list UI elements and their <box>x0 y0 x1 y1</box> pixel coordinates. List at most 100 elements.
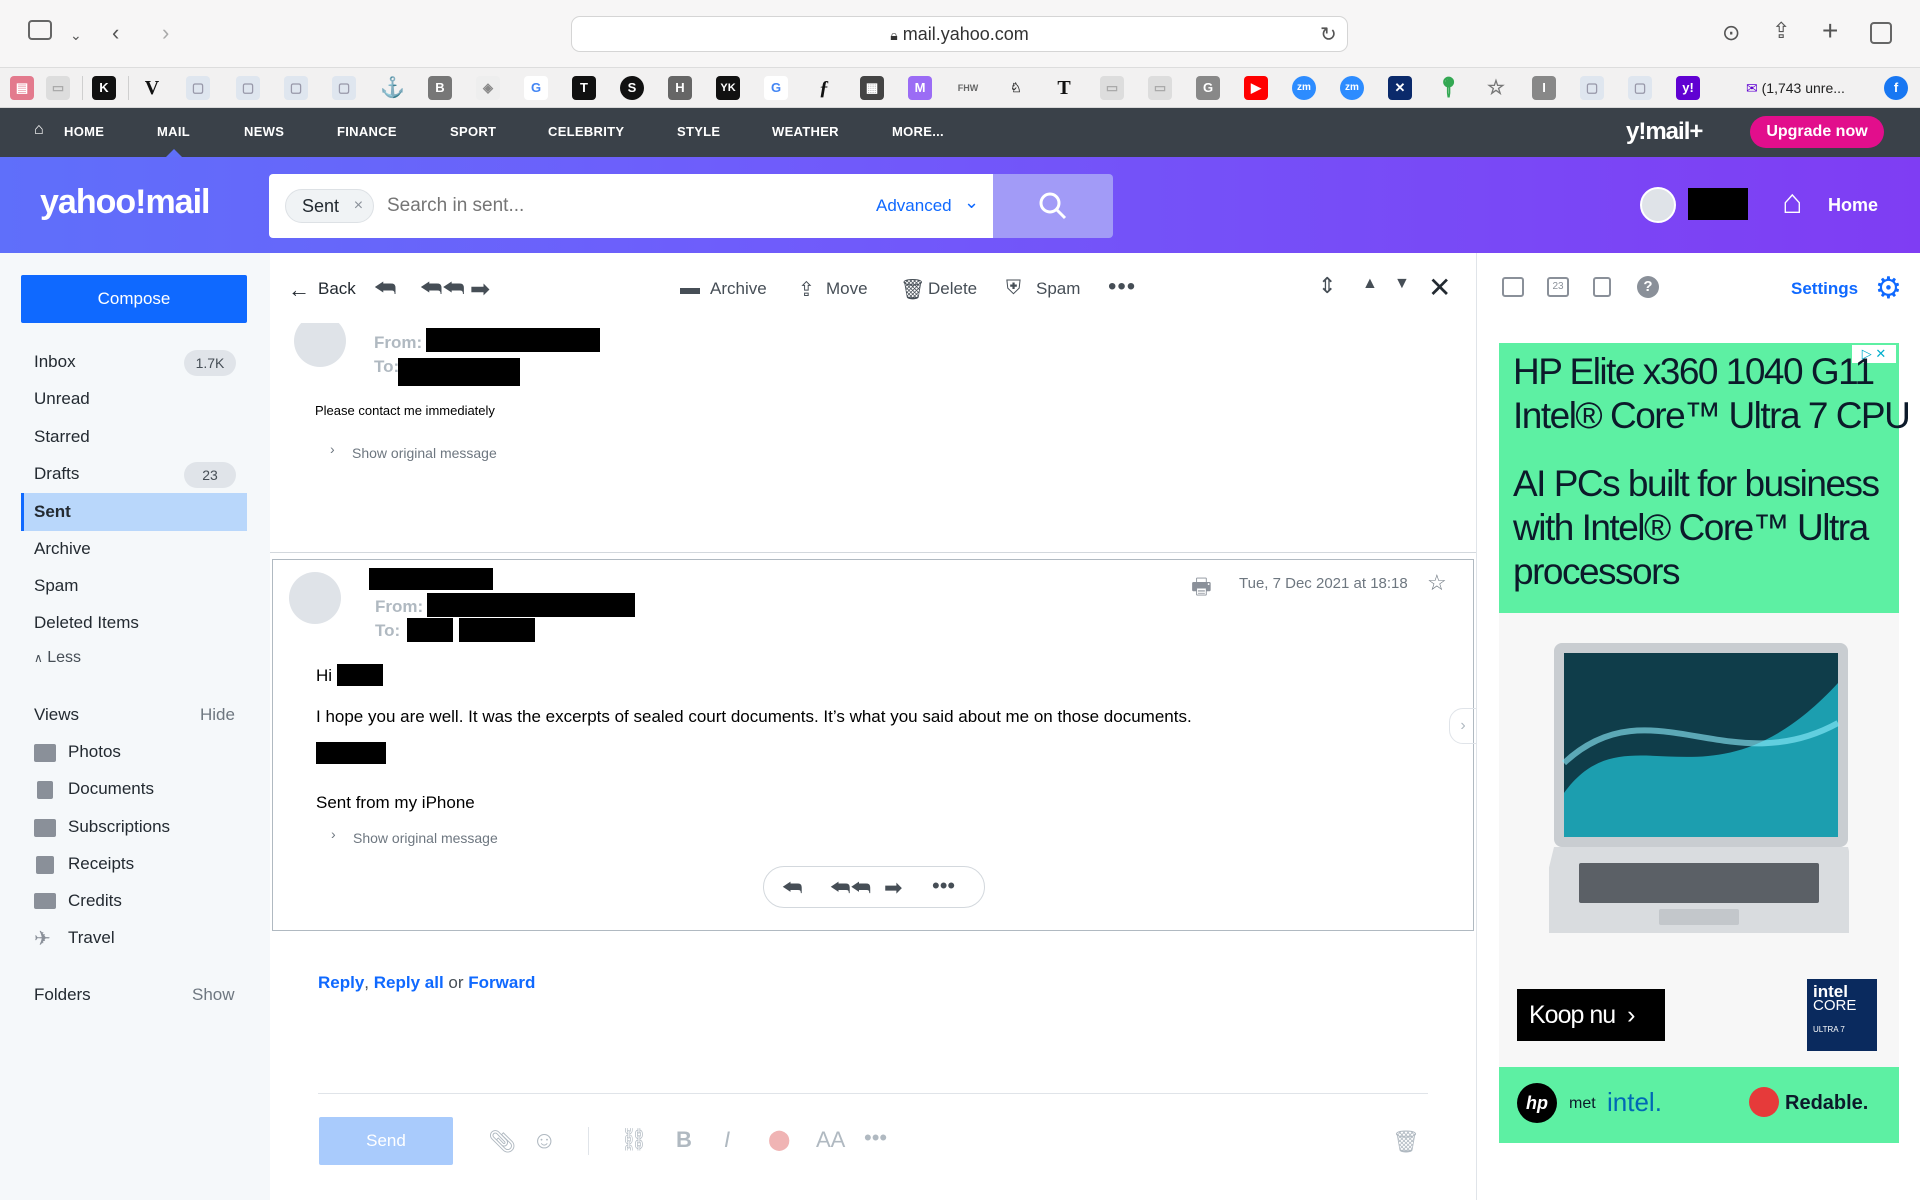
remove-chip-icon[interactable]: × <box>354 190 363 222</box>
youtube-icon[interactable]: ▶ <box>1244 76 1268 100</box>
nav-weather[interactable]: WEATHER <box>772 124 839 139</box>
discard-draft-icon[interactable]: 🗑︎ <box>1392 1129 1420 1155</box>
spam-button[interactable]: Spam <box>1036 279 1080 299</box>
sidebar-item-starred[interactable]: Starred <box>34 427 90 447</box>
search-input[interactable] <box>387 186 807 226</box>
search-chip[interactable]: Sent × <box>285 189 375 223</box>
new-tab-icon[interactable]: + <box>1822 17 1838 45</box>
bookmark-icon[interactable]: ▢ <box>1628 76 1652 100</box>
bookmark-icon[interactable]: ▢ <box>236 76 260 100</box>
italic-icon[interactable]: I <box>724 1127 730 1153</box>
nav-home[interactable]: HOME <box>64 124 104 139</box>
reply-all-icon[interactable]: ⮪⮪ <box>830 875 871 901</box>
upgrade-button[interactable]: Upgrade now <box>1750 116 1884 148</box>
tabs-overview-icon[interactable] <box>1870 22 1892 44</box>
shop-now-button[interactable]: Koop nu › <box>1517 989 1665 1041</box>
url-bar[interactable]: 🔒︎ mail.yahoo.com <box>571 16 1348 52</box>
move-button[interactable]: Move <box>826 279 868 299</box>
view-credits[interactable]: Credits <box>68 891 122 911</box>
search-button[interactable] <box>993 174 1113 238</box>
more-icon[interactable]: ••• <box>864 1125 887 1151</box>
bookmark-icon[interactable]: ▢ <box>186 76 210 100</box>
more-icon[interactable]: ••• <box>932 873 955 899</box>
shield-icon[interactable]: ⛨ <box>1006 277 1021 300</box>
sidebar-item-inbox[interactable]: Inbox <box>34 352 76 372</box>
reply-link[interactable]: Reply <box>318 973 364 992</box>
contacts-icon[interactable] <box>1502 277 1524 297</box>
settings-link[interactable]: Settings <box>1791 279 1858 299</box>
bold-icon[interactable]: B <box>676 1127 692 1153</box>
view-receipts[interactable]: Receipts <box>68 854 134 874</box>
nav-news[interactable]: NEWS <box>244 124 284 139</box>
view-photos[interactable]: Photos <box>68 742 121 762</box>
back-arrow-icon[interactable]: ← <box>288 277 310 303</box>
nav-celebrity[interactable]: CELEBRITY <box>548 124 624 139</box>
home-icon[interactable]: ⌂ <box>34 121 44 139</box>
print-icon[interactable]: 🖶︎ <box>1191 570 1212 608</box>
move-icon[interactable]: ⇪ <box>798 277 815 302</box>
bookmark-icon[interactable]: ♘ <box>1004 76 1028 100</box>
avatar[interactable] <box>1640 187 1676 223</box>
show-original-link[interactable]: Show original message <box>352 445 497 461</box>
notepad-icon[interactable] <box>1593 277 1611 297</box>
show-original-link[interactable]: Show original message <box>353 830 498 846</box>
previous-message-icon[interactable]: ▲ <box>1362 275 1378 293</box>
yahoo-mail-logo[interactable]: yahoo!mail <box>40 183 210 222</box>
sidebar-item-archive[interactable]: Archive <box>34 539 91 559</box>
view-subscriptions[interactable]: Subscriptions <box>68 817 170 837</box>
bookmark-icon[interactable]: ▭ <box>1100 76 1124 100</box>
send-button[interactable]: Send <box>319 1117 453 1165</box>
bookmark-icon[interactable]: I <box>1532 76 1556 100</box>
reply-all-link[interactable]: Reply all <box>374 973 444 992</box>
sidebar-item-sent[interactable]: Sent <box>34 502 71 522</box>
reply-all-icon[interactable]: ⮪⮪ <box>420 275 465 303</box>
link-icon[interactable]: ⛓︎ <box>620 1127 648 1153</box>
sidebar-item-deleted[interactable]: Deleted Items <box>34 613 139 633</box>
bookmark-icon[interactable]: S <box>620 76 644 100</box>
sidebar-item-spam[interactable]: Spam <box>34 576 78 596</box>
share-icon[interactable]: ⇪ <box>1772 18 1790 44</box>
chevron-down-icon[interactable]: ⌄ <box>70 22 82 48</box>
yahoo-icon[interactable]: y! <box>1676 76 1700 100</box>
reload-icon[interactable]: ↻ <box>1320 22 1337 48</box>
chevron-right-icon[interactable]: › <box>330 441 335 457</box>
mail-tab[interactable]: ✉ (1,743 unre... <box>1746 80 1845 97</box>
more-icon[interactable]: ••• <box>1108 273 1136 301</box>
bookmark-icon[interactable]: B <box>428 76 452 100</box>
next-message-icon[interactable]: ▼ <box>1394 275 1410 293</box>
folders-show-toggle[interactable]: Show <box>192 985 235 1005</box>
forward-icon[interactable]: › <box>162 20 169 46</box>
bookmark-icon[interactable]: ▭ <box>46 76 70 100</box>
bookmark-icon[interactable]: G <box>1196 76 1220 100</box>
nav-sport[interactable]: SPORT <box>450 124 496 139</box>
star-icon[interactable]: ☆ <box>1427 570 1447 596</box>
archive-icon[interactable]: ▬ <box>680 277 700 300</box>
view-travel[interactable]: Travel <box>68 928 115 948</box>
bookmark-icon[interactable]: YK <box>716 76 740 100</box>
zoom-icon[interactable]: zm <box>1292 76 1316 100</box>
bookmark-icon[interactable]: ▭ <box>1148 76 1172 100</box>
archive-button[interactable]: Archive <box>710 279 767 299</box>
bookmark-icon[interactable]: ✕ <box>1388 76 1412 100</box>
nav-style[interactable]: STYLE <box>677 124 720 139</box>
bookmark-icon[interactable]: ▤ <box>10 76 34 100</box>
bookmark-icon[interactable]: ▢ <box>284 76 308 100</box>
back-button[interactable]: Back <box>318 279 356 299</box>
bookmark-icon[interactable]: T <box>572 76 596 100</box>
zoom-icon[interactable]: zm <box>1340 76 1364 100</box>
advanced-search-link[interactable]: Advanced <box>876 196 952 216</box>
facebook-icon[interactable]: f <box>1884 76 1908 100</box>
nav-more[interactable]: MORE... <box>892 124 944 139</box>
forward-link[interactable]: Forward <box>468 973 535 992</box>
help-icon[interactable]: ? <box>1637 276 1659 298</box>
google-icon[interactable]: G <box>524 76 548 100</box>
reply-icon[interactable]: ⮪ <box>782 875 802 901</box>
bookmark-icon[interactable]: ▦ <box>860 76 884 100</box>
bookmark-icon[interactable]: FHW <box>956 76 980 100</box>
close-icon[interactable]: ✕ <box>1428 271 1451 304</box>
bookmark-icon[interactable]: ▢ <box>1580 76 1604 100</box>
maps-icon[interactable]: 📍︎ <box>1436 76 1461 100</box>
chevron-down-icon[interactable]: ⌄ <box>964 192 979 213</box>
less-toggle[interactable]: ∧ Less <box>34 649 81 667</box>
google-icon[interactable]: G <box>764 76 788 100</box>
